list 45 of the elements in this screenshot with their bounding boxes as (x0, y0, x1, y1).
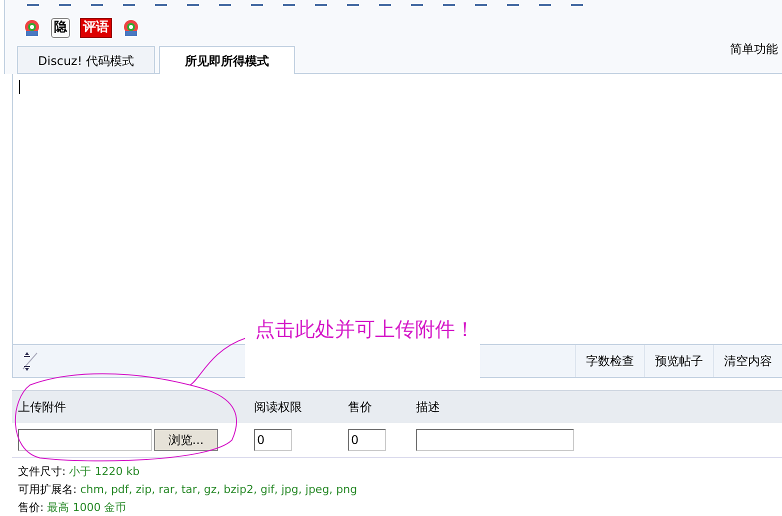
toolbar-icon[interactable] (57, 3, 73, 9)
toolbar-icon[interactable] (121, 3, 137, 9)
media-icon[interactable] (23, 19, 41, 37)
editor-mode-tab[interactable]: 所见即所得模式 (159, 46, 295, 74)
info-value: chm, pdf, zip, rar, tar, gz, bzip2, gif, jpg, jpeg, png (80, 483, 358, 496)
toolbar-icon[interactable] (89, 3, 105, 9)
column-header: 描述 (416, 398, 441, 416)
browse-button[interactable]: 浏览... (154, 429, 218, 451)
info-label: 文件尺寸: (18, 465, 66, 478)
toolbar-icon[interactable] (505, 3, 521, 9)
toolbar-badge-button[interactable]: 评语 (80, 18, 112, 38)
column-header: 阅读权限 (254, 398, 303, 416)
column-header: 售价 (348, 398, 373, 416)
price-field[interactable]: 0 (348, 429, 386, 451)
toolbar-icon[interactable] (377, 3, 393, 9)
info-value: 最高 1000 金币 (47, 501, 126, 514)
toolbar-badge-button[interactable]: 隐 (51, 18, 70, 38)
toolbar-icon[interactable] (153, 3, 169, 9)
toolbar-icon[interactable] (281, 3, 297, 9)
info-label: 售价: (18, 501, 44, 514)
toolbar-icon[interactable] (217, 3, 233, 9)
info-value: 小于 1220 kb (69, 465, 140, 478)
read-permission-field[interactable]: 0 (254, 429, 292, 451)
editor-mode-tab[interactable]: Discuz! 代码模式 (17, 46, 155, 73)
resize-icon[interactable] (21, 351, 39, 371)
editor-action-button[interactable]: 预览帖子 (644, 345, 713, 377)
toolbar-icon[interactable] (473, 3, 489, 9)
column-header: 上传附件 (18, 398, 67, 416)
media-icon[interactable] (122, 19, 140, 37)
simple-mode-link[interactable]: 简单功能 (730, 41, 778, 58)
toolbar-icon[interactable] (569, 3, 585, 9)
toolbar-icon[interactable] (441, 3, 457, 9)
toolbar-icon[interactable] (345, 3, 361, 9)
toolbar-icon[interactable] (313, 3, 329, 9)
editor-action-button[interactable]: 字数检查 (575, 345, 644, 377)
toolbar-icon[interactable] (25, 3, 41, 9)
toolbar-icon[interactable] (409, 3, 425, 9)
description-field[interactable] (416, 429, 574, 451)
text-cursor (19, 80, 20, 94)
toolbar-icon[interactable] (249, 3, 265, 9)
toolbar-icon[interactable] (185, 3, 201, 9)
info-label: 可用扩展名: (18, 483, 77, 496)
toolbar-icon[interactable] (537, 3, 553, 9)
editor-action-button[interactable]: 清空内容 (713, 345, 782, 377)
file-path-field[interactable] (18, 429, 152, 451)
